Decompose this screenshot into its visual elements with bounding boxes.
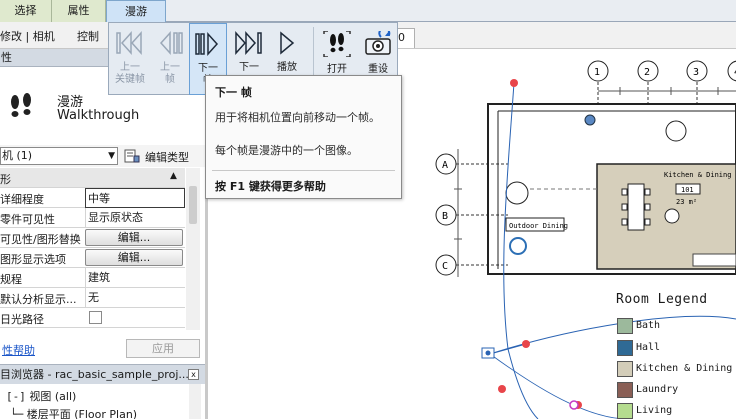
fixture-circle[interactable]	[665, 120, 687, 142]
footprints-icon	[323, 31, 351, 57]
property-row: 详细程度 中等	[0, 188, 185, 208]
sun-path-checkbox[interactable]	[89, 311, 102, 324]
grid-bubble-2[interactable]: 2	[637, 60, 659, 107]
room-number-label: 101	[681, 186, 694, 194]
walkthrough-path-2[interactable]	[489, 315, 736, 355]
property-row: 规程 建筑	[0, 268, 185, 288]
room-area-label: 23 m²	[676, 198, 697, 206]
next-frame-icon	[195, 32, 219, 56]
property-row: 图形显示选项 编辑...	[0, 248, 185, 268]
outdoor-table[interactable]	[505, 181, 529, 205]
keyframe-point[interactable]	[522, 340, 530, 348]
property-row: 可见性/图形替换 编辑...	[0, 228, 185, 248]
room-tag-marker[interactable]	[664, 208, 680, 224]
tab-properties[interactable]: 属性	[52, 0, 106, 22]
play-icon	[280, 31, 295, 55]
tree-item-floor-plan[interactable]: └─ 楼层平面 (Floor Plan)	[10, 406, 137, 419]
tree-item-views[interactable]: [-] 视图 (all)	[6, 388, 76, 404]
next-keyframe-icon	[235, 31, 262, 55]
legend-swatch	[617, 361, 633, 377]
parts-visibility-field[interactable]: 显示原状态	[85, 208, 185, 228]
legend-swatch	[617, 340, 633, 356]
legend-swatch	[617, 403, 633, 419]
analysis-display-field[interactable]: 无	[85, 288, 185, 308]
footprints-icon	[11, 93, 31, 117]
grid-label-c: C	[442, 261, 448, 272]
outdoor-dining-label: Outdoor Dining	[509, 222, 568, 230]
ribbon-tabs: 选择 属性 漫游	[0, 0, 736, 23]
tooltip-description: 用于将相机位置向前移动一个帧。	[215, 111, 380, 124]
keyframe-point[interactable]	[498, 385, 506, 393]
tree-connector-icon: └─	[10, 408, 24, 419]
collapse-icon[interactable]: ▲	[170, 171, 177, 181]
project-browser-scrollbar[interactable]	[189, 384, 201, 419]
legend-swatch	[617, 382, 633, 398]
edit-type-button[interactable]: 编辑类型	[145, 149, 189, 165]
dimension-string	[598, 87, 736, 95]
detail-level-field[interactable]: 中等	[85, 188, 185, 208]
legend-swatch	[617, 318, 633, 334]
project-browser-header: 目浏览器 - rac_basic_sample_proj... x	[0, 364, 205, 384]
properties-footer: 性帮助 应用	[0, 338, 205, 360]
grid-label-1: 1	[594, 67, 600, 78]
section-marker[interactable]	[509, 237, 527, 255]
apply-button[interactable]: 应用	[126, 339, 200, 358]
keyframe-point-selected[interactable]	[569, 400, 579, 410]
reset-camera-icon	[365, 31, 391, 55]
keyframe-point[interactable]	[510, 79, 518, 87]
grid-bubble-3[interactable]: 3	[686, 60, 708, 107]
previous-keyframe-icon	[116, 31, 142, 55]
context-strip: 修改 | 相机 控制	[0, 22, 108, 49]
tab-select[interactable]: 选择	[0, 0, 52, 22]
grid-label-2: 2	[644, 67, 650, 78]
project-browser-title: 目浏览器 - rac_basic_sample_proj...	[0, 368, 189, 381]
previous-keyframe-button[interactable]: 上一 关键帧	[111, 23, 149, 95]
control-label: 控制	[77, 30, 99, 43]
graphic-display-edit-button[interactable]: 编辑...	[85, 249, 183, 266]
properties-help-link[interactable]: 性帮助	[2, 342, 35, 358]
collapse-icon[interactable]: [-]	[6, 390, 26, 403]
dining-table[interactable]	[621, 183, 651, 231]
grid-bubble-c[interactable]: C	[435, 254, 508, 276]
property-row: 零件可见性 显示原状态	[0, 208, 185, 228]
tooltip-help-hint: 按 F1 键获得更多帮助	[215, 180, 326, 193]
elevation-marker[interactable]	[584, 114, 596, 126]
vg-overrides-edit-button[interactable]: 编辑...	[85, 229, 183, 246]
grid-bubble-b[interactable]: B	[435, 204, 508, 226]
legend-title: Room Legend	[616, 292, 708, 307]
scrollbar-thumb[interactable]	[189, 186, 197, 224]
property-group[interactable]: 形 ▲	[0, 168, 185, 188]
grid-label-a: A	[442, 160, 448, 171]
previous-frame-icon	[159, 31, 183, 55]
room-name-label: Kitchen & Dining	[664, 171, 731, 179]
grid-bubble-a[interactable]: A	[435, 153, 508, 175]
tooltip-title: 下一 帧	[215, 86, 252, 99]
chevron-down-icon: ▼	[108, 151, 115, 161]
close-icon[interactable]: x	[188, 369, 199, 380]
modify-camera-label: 修改 | 相机	[0, 30, 55, 43]
tooltip-divider	[212, 170, 395, 171]
tab-walkthrough[interactable]: 漫游	[106, 0, 166, 23]
camera-lens	[485, 350, 491, 356]
properties-scrollbar[interactable]	[186, 168, 200, 330]
previous-frame-button[interactable]: 上一 帧	[151, 23, 189, 95]
grid-bubble-4[interactable]: 4	[727, 60, 736, 82]
type-selector-row: 机 (1) ▼ 编辑类型	[0, 145, 205, 167]
tooltip-description-2: 每个帧是漫游中的一个图像。	[215, 144, 358, 157]
grid-label-3: 3	[693, 67, 699, 78]
element-name-en: Walkthrough	[57, 108, 140, 123]
discipline-field[interactable]: 建筑	[85, 268, 185, 288]
next-frame-tooltip: 下一 帧 用于将相机位置向前移动一个帧。 每个帧是漫游中的一个图像。 按 F1 …	[205, 75, 402, 199]
project-browser-tree: [-] 视图 (all) └─ 楼层平面 (Floor Plan)	[0, 384, 205, 419]
type-selector-value: 机 (1)	[2, 149, 33, 162]
grid-bubble-1[interactable]: 1	[587, 60, 609, 107]
type-selector[interactable]: 机 (1) ▼	[0, 147, 118, 165]
edit-type-icon[interactable]	[124, 148, 140, 164]
camera-view-cone	[489, 353, 629, 419]
grid-label-b: B	[442, 211, 448, 222]
property-row: 默认分析显示... 无	[0, 288, 185, 308]
properties-table: 形 ▲ 详细程度 中等 零件可见性 显示原状态 可见性/图形替换 编辑... 图…	[0, 168, 200, 330]
property-row: 日光路径	[0, 308, 185, 328]
